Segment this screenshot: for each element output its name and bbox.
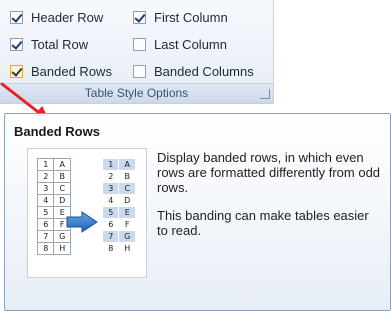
banded-rows-preview: 1A2B3C4D5E6F7G8H 1A2B3C4D5E6F7G8H — [27, 148, 147, 278]
preview-banded-cell: 5 — [101, 206, 120, 219]
tooltip-description: Display banded rows, in which even rows … — [157, 150, 382, 251]
preview-banded-row: 7G — [101, 230, 136, 243]
first-column-option[interactable]: First Column — [133, 8, 228, 26]
last-column-label: Last Column — [154, 36, 227, 52]
preview-banded-cell: 6 — [101, 218, 120, 231]
preview-plain-cell: 8 — [36, 242, 55, 255]
preview-banded-cell: 1 — [101, 158, 120, 171]
preview-plain-cell: D — [53, 194, 71, 207]
preview-banded-cell: 3 — [101, 182, 120, 195]
preview-banded-cell: D — [118, 194, 136, 207]
preview-banded-cell: E — [118, 206, 136, 219]
banded-rows-tooltip: Banded Rows 1A2B3C4D5E6F7G8H 1A2B3C4D5E6… — [4, 113, 391, 311]
first-column-checkbox[interactable] — [133, 10, 146, 24]
header-row-option[interactable]: Header Row — [10, 8, 103, 26]
preview-table-banded: 1A2B3C4D5E6F7G8H — [101, 158, 136, 255]
banded-rows-checkbox[interactable] — [10, 64, 23, 78]
preview-banded-cell: C — [118, 182, 136, 195]
preview-banded-cell: F — [118, 218, 136, 231]
preview-plain-cell: 4 — [36, 194, 55, 207]
preview-plain-cell: A — [53, 158, 71, 171]
preview-banded-cell: A — [118, 158, 136, 171]
preview-banded-cell: 8 — [101, 242, 120, 255]
preview-banded-cell: 4 — [101, 194, 120, 207]
preview-plain-cell: 6 — [36, 218, 55, 231]
preview-plain-cell: 7 — [36, 230, 55, 243]
preview-plain-row: 3C — [36, 182, 71, 195]
tooltip-description-2: This banding can make tables easier to r… — [157, 208, 369, 238]
preview-table-plain: 1A2B3C4D5E6F7G8H — [36, 158, 71, 255]
preview-plain-cell: C — [53, 182, 71, 195]
blue-transition-arrow-icon — [66, 211, 98, 233]
last-column-checkbox[interactable] — [133, 37, 146, 51]
preview-plain-cell: H — [53, 242, 71, 255]
first-column-label: First Column — [154, 9, 228, 25]
header-row-checkbox[interactable] — [10, 10, 23, 24]
preview-banded-row: 1A — [101, 158, 136, 171]
table-style-options-group: Header Row First Column Total Row Last C… — [0, 0, 274, 104]
preview-plain-row: 1A — [36, 158, 71, 171]
header-row-label: Header Row — [31, 9, 104, 25]
banded-rows-option[interactable]: Banded Rows — [10, 62, 112, 80]
preview-banded-row: 2B — [101, 170, 136, 183]
group-label-text: Table Style Options — [84, 86, 189, 100]
preview-plain-cell: 3 — [36, 182, 55, 195]
preview-plain-row: 4D — [36, 194, 71, 207]
group-label: Table Style Options — [0, 83, 273, 103]
banded-columns-checkbox[interactable] — [133, 64, 146, 78]
last-column-option[interactable]: Last Column — [133, 35, 227, 53]
preview-banded-row: 8H — [101, 242, 136, 255]
preview-banded-row: 5E — [101, 206, 136, 219]
total-row-checkbox[interactable] — [10, 37, 23, 51]
preview-plain-row: 8H — [36, 242, 71, 255]
preview-banded-cell: B — [118, 170, 136, 183]
tooltip-description-1: Display banded rows, in which even rows … — [157, 150, 381, 195]
preview-plain-cell: 1 — [36, 158, 55, 171]
preview-banded-cell: H — [118, 242, 136, 255]
preview-plain-cell: 5 — [36, 206, 55, 219]
preview-banded-cell: 7 — [101, 230, 120, 243]
total-row-option[interactable]: Total Row — [10, 35, 88, 53]
dialog-launcher-icon[interactable] — [260, 89, 270, 99]
banded-columns-option[interactable]: Banded Columns — [133, 62, 254, 80]
tooltip-title: Banded Rows — [14, 124, 100, 139]
banded-rows-label: Banded Rows — [31, 63, 112, 79]
preview-banded-cell: 2 — [101, 170, 120, 183]
preview-banded-row: 3C — [101, 182, 136, 195]
preview-plain-cell: B — [53, 170, 71, 183]
preview-banded-row: 4D — [101, 194, 136, 207]
total-row-label: Total Row — [31, 36, 89, 52]
preview-plain-cell: 2 — [36, 170, 55, 183]
banded-columns-label: Banded Columns — [154, 63, 254, 79]
preview-banded-cell: G — [118, 230, 136, 243]
preview-plain-row: 2B — [36, 170, 71, 183]
preview-banded-row: 6F — [101, 218, 136, 231]
